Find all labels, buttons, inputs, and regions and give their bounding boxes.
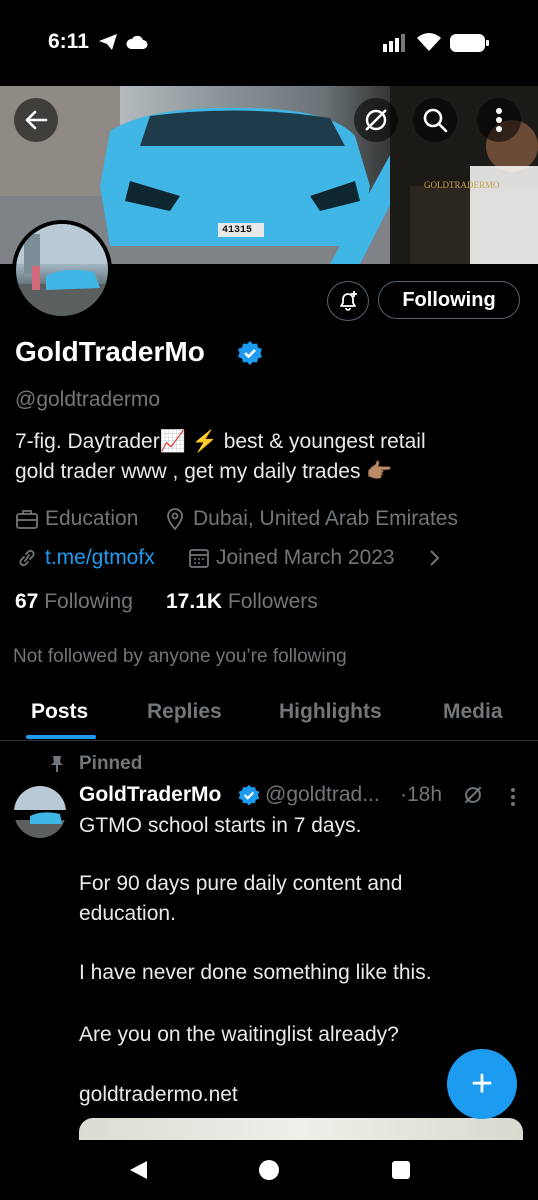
verified-badge-icon[interactable]	[236, 340, 264, 368]
post-verified-icon	[238, 784, 260, 806]
post-time: ·18h	[400, 783, 443, 806]
active-tab-indicator	[26, 735, 96, 739]
post-line-2: For 90 days pure daily content and	[79, 872, 403, 895]
grok-button[interactable]	[354, 98, 398, 142]
tab-media[interactable]: Media	[443, 700, 503, 724]
wifi-icon	[417, 33, 441, 51]
search-button[interactable]	[413, 98, 457, 142]
signal-icon	[383, 34, 405, 52]
status-bar: 6:11	[0, 0, 538, 86]
post-grok-icon[interactable]	[463, 785, 483, 805]
cloud-icon	[126, 35, 148, 49]
license-plate: 41315	[222, 225, 253, 236]
following-count: 67	[15, 590, 39, 613]
tab-highlights[interactable]: Highlights	[279, 700, 382, 724]
post-link[interactable]: goldtradermo.net	[79, 1083, 238, 1107]
post-line-3: education.	[79, 902, 176, 925]
notifications-bell-button[interactable]	[327, 281, 369, 321]
compose-button[interactable]: +	[447, 1049, 517, 1119]
grok-icon	[365, 109, 387, 131]
bio-line-1: 7-fig. Daytrader📈 ⚡ best & youngest reta…	[15, 430, 426, 453]
location-pin-icon	[167, 508, 183, 530]
calendar-icon	[189, 549, 209, 568]
banner-sign: GOLDTRADERMO	[424, 180, 500, 190]
link-icon	[19, 549, 35, 567]
telegram-icon	[99, 34, 117, 50]
tab-replies[interactable]: Replies	[147, 700, 222, 724]
followers-label: Followers	[227, 590, 318, 613]
bio-line-2: gold trader www , get my daily trades 👉🏽	[15, 460, 393, 483]
avatar-image	[16, 224, 108, 316]
more-vertical-icon	[496, 108, 502, 132]
search-icon	[423, 108, 448, 133]
back-nav-icon[interactable]	[127, 1159, 149, 1181]
post-line-5: Are you on the waitinglist already?	[79, 1023, 399, 1046]
bell-plus-icon	[340, 291, 357, 311]
pinned-label: Pinned	[79, 753, 143, 774]
profile-tabs: Posts Replies Highlights Media	[0, 690, 538, 741]
followers-count-link[interactable]: 17.1K Followers	[166, 590, 318, 614]
not-followed-text: Not followed by anyone you’re following	[13, 646, 347, 667]
profile-category: Education	[45, 507, 139, 530]
following-button[interactable]: Following	[378, 281, 520, 319]
avatar[interactable]	[12, 220, 112, 320]
system-nav-bar	[0, 1140, 538, 1200]
pin-icon	[51, 756, 63, 772]
more-options-button[interactable]	[477, 98, 521, 142]
post-handle[interactable]: @goldtrad...	[265, 783, 380, 807]
post-avatar-image	[14, 786, 66, 838]
post-line-1: GTMO school starts in 7 days.	[79, 814, 362, 837]
post-avatar[interactable]	[14, 786, 66, 838]
tab-posts[interactable]: Posts	[31, 700, 88, 724]
post-more-icon[interactable]	[510, 787, 516, 807]
back-arrow-icon	[25, 110, 48, 130]
recents-nav-icon[interactable]	[390, 1159, 412, 1181]
followers-count: 17.1K	[166, 590, 223, 613]
post-line-4: I have never done something like this.	[79, 961, 432, 984]
status-time: 6:11	[48, 30, 89, 53]
profile-link[interactable]: t.me/gtmofx	[45, 546, 155, 570]
profile-location: Dubai, United Arab Emirates	[193, 507, 458, 530]
following-count-link[interactable]: 67 Following	[15, 590, 133, 614]
post-author[interactable]: GoldTraderMo	[79, 783, 221, 807]
briefcase-icon	[16, 510, 38, 529]
profile-name: GoldTraderMo	[15, 336, 205, 367]
profile-joined: Joined March 2023	[216, 546, 395, 569]
chevron-right-icon[interactable]	[428, 549, 440, 567]
profile-handle: @goldtradermo	[15, 388, 161, 411]
battery-icon	[450, 34, 489, 52]
home-nav-icon[interactable]	[257, 1158, 281, 1182]
back-button[interactable]	[14, 98, 58, 142]
following-label: Following	[44, 590, 133, 613]
